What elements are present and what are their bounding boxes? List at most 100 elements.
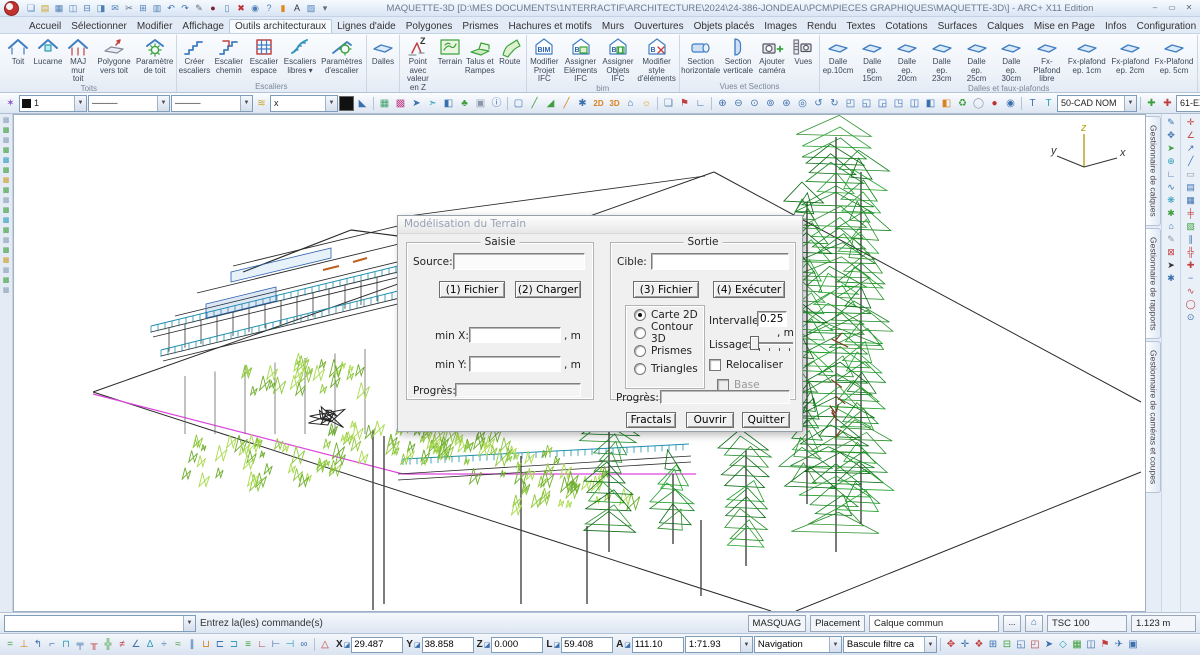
chevron-down-icon[interactable]: ▼ (183, 616, 195, 631)
sparkle-icon[interactable]: ✱ (1167, 272, 1175, 285)
ribbon-button-fx-plafond-ep-1cm[interactable]: Fx-plafond ep. 1cm (1065, 35, 1109, 75)
pane-icon[interactable]: ◱ (1014, 639, 1028, 650)
flagged-icon[interactable]: ⚑ (1098, 639, 1112, 650)
curve-icon[interactable]: ∿ (1167, 181, 1175, 194)
ribbon-button-fx-plafond-libre[interactable]: Fx-Plafond libre (1029, 35, 1065, 84)
hatch-toggle-icon[interactable]: ╱ (527, 96, 542, 111)
minus-icon[interactable]: − (1188, 272, 1193, 285)
lock-icon[interactable]: ◪ (414, 641, 421, 649)
hatch-icon[interactable]: ▧ (1186, 220, 1195, 233)
ribbon-button-polygone-vers-toit[interactable]: Polygone vers toit (93, 35, 134, 75)
line-type-select[interactable]: ────▼ (88, 95, 170, 112)
ribbon-button-assigner-el-ments-ifc[interactable]: BAssigner Eléments IFC (561, 35, 601, 84)
cube-orange-icon[interactable]: ◧ (939, 96, 954, 111)
star-icon[interactable]: ✱ (1167, 207, 1175, 220)
sun-icon[interactable]: ☼ (639, 96, 654, 111)
tool-icon[interactable]: ▩ (3, 156, 10, 165)
pick-icon[interactable]: ✎ (192, 2, 206, 15)
radio-button-icon[interactable] (634, 309, 646, 321)
view-back-icon[interactable]: ◳ (891, 96, 906, 111)
snap-tee2-icon[interactable]: ╥ (87, 639, 101, 650)
lock-icon[interactable]: ◪ (624, 641, 631, 649)
fence-icon[interactable]: ╪ (1187, 207, 1193, 220)
view-top-icon[interactable]: ◰ (843, 96, 858, 111)
menu-tab[interactable]: Surfaces (933, 20, 982, 33)
grid-icon[interactable]: ▦ (1186, 194, 1195, 207)
snap-cross-icon[interactable]: ╬ (101, 639, 115, 650)
ribbon-button-section-verticale[interactable]: Section verticale (721, 35, 756, 75)
zoom-out-icon[interactable]: ⊖ (731, 96, 746, 111)
wing-icon[interactable]: ✈ (1112, 639, 1126, 650)
panel-icon[interactable]: ▣ (1126, 639, 1140, 650)
home-view-icon[interactable]: ⌂ (623, 96, 638, 111)
radio-button-icon[interactable] (634, 363, 646, 375)
manager-tab[interactable]: Gestionnaire de caméras et coupes (1146, 341, 1161, 493)
info-icon[interactable]: ⓘ (489, 96, 504, 111)
tool-icon[interactable]: ▩ (3, 266, 10, 275)
ribbon-button-route[interactable]: Route (495, 35, 525, 67)
menu-tab[interactable]: Accueil (24, 20, 66, 33)
menu-tab[interactable]: Hachures et motifs (504, 20, 597, 33)
ribbon-button-assigner-objets-ifc[interactable]: BAssigner Objets IFC (600, 35, 635, 84)
menu-tab[interactable]: Lignes d'aide (332, 20, 401, 33)
rect-icon[interactable]: ▭ (1186, 168, 1195, 181)
ribbon-button-dalle-ep-10cm[interactable]: Dalle ep.10cm (821, 35, 855, 75)
coordinate-value[interactable]: 0.000 (491, 637, 543, 653)
ribbon-button-talus-et-rampes[interactable]: Talus et Rampes (465, 35, 495, 75)
pane2-icon[interactable]: ◰ (1028, 639, 1042, 650)
snap-noteq-icon[interactable]: ≠ (115, 639, 129, 650)
lock-icon[interactable]: ◪ (553, 641, 560, 649)
ribbon-button-param-tre-de-toit[interactable]: Paramètre de toit (135, 35, 175, 75)
zoom-realtime-icon[interactable]: ◎ (795, 96, 810, 111)
layer-field[interactable]: Calque commun (869, 615, 999, 632)
zoom-in-icon[interactable]: ⊕ (715, 96, 730, 111)
coordinate-value[interactable]: 29.487 (351, 637, 403, 653)
snap-inf-icon[interactable]: ∞ (297, 639, 311, 650)
snap-triple-icon[interactable]: ≡ (241, 639, 255, 650)
snap-approx-icon[interactable]: ≈ (171, 639, 185, 650)
move-icon[interactable]: ✥ (1167, 129, 1175, 142)
ribbon-button-maj-mur-toit[interactable]: MAJ mur toit (63, 35, 93, 84)
chevron-down-icon[interactable]: ▼ (74, 96, 86, 111)
menu-tab[interactable]: Mise en Page (1029, 20, 1100, 33)
output-type-radio[interactable]: Prismes (626, 342, 704, 360)
draw-pencil-icon[interactable]: ✎ (1167, 116, 1175, 129)
snap-right-icon[interactable]: ⊐ (227, 639, 241, 650)
diamond-icon[interactable]: ◇ (1056, 639, 1070, 650)
palette-icon[interactable]: ▩ (393, 96, 408, 111)
ribbon-button-dalle-ep-25cm[interactable]: Dalle ep. 25cm (959, 35, 994, 84)
snap-cap-icon[interactable]: ⊓ (59, 639, 73, 650)
quitter-button[interactable]: Quitter (742, 412, 790, 428)
masquage-status[interactable]: MASQUAG (748, 615, 807, 632)
new-sheet-icon[interactable]: ❏ (661, 96, 676, 111)
select-lasso-icon[interactable]: ➣ (425, 96, 440, 111)
minimize-button[interactable]: – (1148, 2, 1162, 14)
menu-tab[interactable]: Rendu (802, 20, 841, 33)
menu-tab[interactable]: Outils architecturaux (229, 19, 332, 33)
ribbon-button-escaliers-libres[interactable]: Escaliers libres ▾ (281, 35, 318, 75)
ribbon-button-escalier-espace[interactable]: Escalier espace (246, 35, 281, 75)
zoom-extents-icon[interactable]: ⊚ (763, 96, 778, 111)
tool-icon[interactable]: ▩ (3, 246, 10, 255)
lock-icon[interactable]: ◪ (484, 641, 491, 649)
image-frame-icon[interactable]: ▣ (473, 96, 488, 111)
menu-tab[interactable]: Configuration (1132, 20, 1200, 33)
workbook-icon[interactable]: ◫ (66, 2, 80, 15)
delete-icon[interactable]: ⊠ (1167, 246, 1175, 259)
view-front-icon[interactable]: ◱ (859, 96, 874, 111)
ribbon-button-section-horizontale[interactable]: Section horizontale (681, 35, 721, 75)
tool-icon[interactable]: ▩ (3, 216, 10, 225)
cross-red-icon[interactable]: ✛ (1187, 116, 1195, 129)
print-preview-icon[interactable]: ◨ (94, 2, 108, 15)
chevron-down-icon[interactable]: ▼ (1124, 96, 1136, 111)
line-width-select[interactable]: ────▼ (171, 95, 253, 112)
lock-icon[interactable]: ◪ (344, 641, 351, 649)
delete-icon[interactable]: ✖ (234, 2, 248, 15)
ribbon-button-modifier-style-d-l-ments[interactable]: BModifier style d'éléments (636, 35, 678, 84)
filter-toggle-select[interactable]: Bascule filtre ca▼ (843, 636, 937, 653)
tool-icon[interactable]: ▩ (3, 166, 10, 175)
dot-circle-icon[interactable]: ⊙ (1187, 311, 1195, 324)
ouvrir-button[interactable]: Ouvrir (686, 412, 734, 428)
text-filter-b-icon[interactable]: T (1041, 96, 1056, 111)
send-mail-icon[interactable]: ✉ (108, 2, 122, 15)
